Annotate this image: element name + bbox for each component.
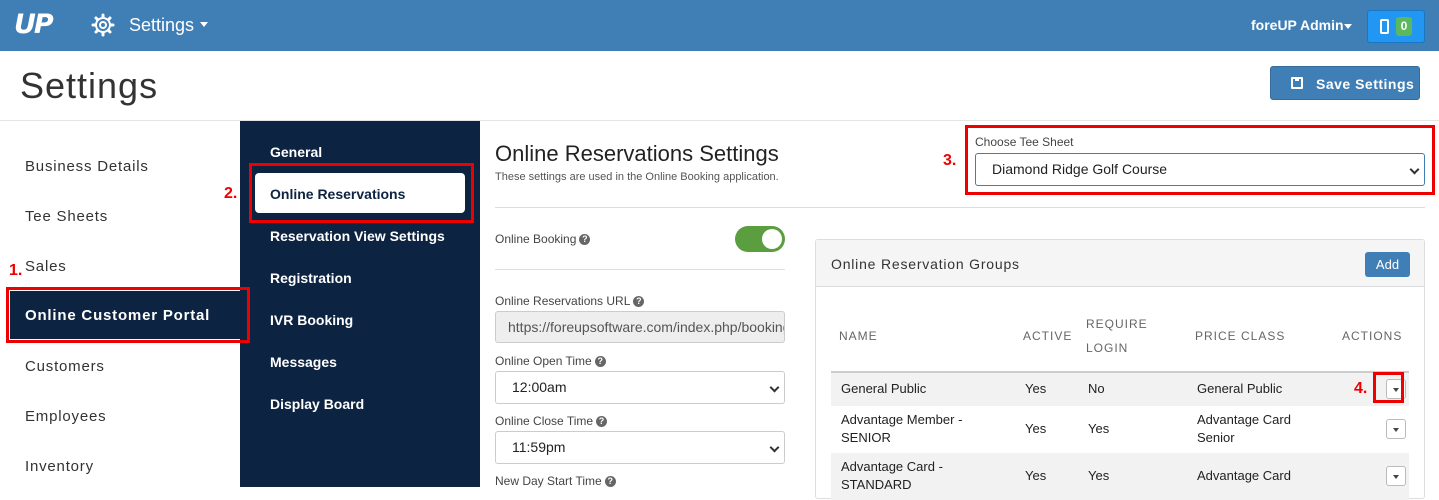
open-time-select[interactable]: 12:00am [495,371,785,404]
subnav-item-general[interactable]: General [270,144,322,160]
online-booking-toggle[interactable] [735,226,785,252]
page-title: Settings [20,65,159,106]
user-menu[interactable]: foreUP Admin [1251,17,1344,33]
toggle-knob [762,229,782,249]
section-divider [495,207,1425,208]
close-time-select[interactable]: 11:59pm [495,431,785,464]
help-icon[interactable]: ? [579,234,591,246]
table-row: Advantage Member - SENIOR Yes Yes Advant… [831,406,1409,453]
subnav-item-ivr-booking[interactable]: IVR Booking [270,312,353,328]
notifications-button[interactable]: 0 [1367,10,1425,43]
group-price-class: Advantage Card Senior [1197,411,1291,447]
group-active: Yes [1025,421,1047,436]
close-time-label: Online Close Time? [495,414,608,428]
group-name: General Public [841,381,927,396]
group-name-line: Advantage Card - [841,459,943,474]
annotation-number-1: 1. [9,262,23,279]
column-header-login: LOGIN [1086,341,1129,355]
online-booking-label: Online Booking? [495,232,591,246]
help-icon[interactable]: ? [594,356,606,368]
group-require-login: Yes [1088,421,1110,436]
column-header-active[interactable]: ACTIVE [1023,329,1072,343]
reservation-groups-title: Online Reservation Groups [831,256,1020,272]
app-menu-title[interactable]: Settings [129,15,194,36]
annotation-number-4: 4. [1354,380,1368,397]
add-group-button[interactable]: Add [1365,252,1410,277]
column-header-require[interactable]: REQUIRE [1086,317,1148,331]
new-day-start-label-text: New Day Start Time [495,474,602,488]
group-require-login: Yes [1088,468,1110,483]
subnav-item-messages[interactable]: Messages [270,354,337,370]
save-settings-label: Save Settings [1316,76,1415,92]
price-class-line: Advantage Card [1197,412,1291,427]
reservations-url-input[interactable]: https://foreupsoftware.com/index.php/boo… [495,311,785,343]
top-bar: UP Settings foreUP Admin 0 [0,0,1439,51]
subnav-item-reservation-view-settings[interactable]: Reservation View Settings [270,228,445,244]
foreup-logo[interactable]: UP [14,9,54,40]
group-name: Advantage Card - STANDARD [841,458,943,494]
price-class-line: Senior [1197,430,1235,445]
group-active: Yes [1025,381,1047,396]
open-time-label-text: Online Open Time [495,354,592,368]
nav-item-business-details[interactable]: Business Details [25,158,149,175]
annotation-number-2: 2. [224,185,238,202]
reservation-groups-panel: Online Reservation Groups Add NAME ACTIV… [815,239,1425,500]
field-divider [495,269,785,270]
column-header-actions: ACTIONS [1342,329,1403,343]
subnav-item-display-board[interactable]: Display Board [270,396,364,412]
annotation-number-3: 3. [943,152,957,169]
nav-item-sales[interactable]: Sales [25,258,67,275]
reservation-groups-header: Online Reservation Groups Add [816,240,1424,287]
save-settings-button[interactable]: Save Settings [1270,66,1420,100]
new-day-start-label: New Day Start Time? [495,474,616,488]
group-require-login: No [1088,381,1105,396]
table-row: General Public Yes No General Public [831,373,1409,406]
caret-down-icon [1393,428,1399,432]
save-icon [1291,77,1303,89]
group-name-line: Advantage Member - [841,412,963,427]
column-header-price-class[interactable]: PRICE CLASS [1195,329,1285,343]
nav-item-tee-sheets[interactable]: Tee Sheets [25,208,108,225]
group-active: Yes [1025,468,1047,483]
notifications-count-badge: 0 [1396,17,1412,36]
group-name: Advantage Member - SENIOR [841,411,962,447]
group-price-class: Advantage Card [1197,468,1291,483]
chevron-down-icon [769,382,780,393]
nav-item-inventory[interactable]: Inventory [25,458,94,475]
help-icon[interactable]: ? [596,416,608,428]
open-time-value: 12:00am [512,379,567,395]
row-actions-dropdown[interactable] [1386,419,1406,439]
gear-icon[interactable] [91,13,115,37]
reservations-url-label: Online Reservations URL? [495,294,645,308]
column-header-name[interactable]: NAME [839,329,878,343]
annotation-box-1 [6,287,250,343]
group-name-line: SENIOR [841,430,891,445]
nav-item-employees[interactable]: Employees [25,408,106,425]
reservations-url-label-text: Online Reservations URL [495,294,631,308]
group-price-class: General Public [1197,381,1283,396]
annotation-box-3 [965,125,1435,195]
close-time-label-text: Online Close Time [495,414,594,428]
caret-down-icon [1393,475,1399,479]
section-title: Online Reservations Settings [495,141,779,166]
online-booking-label-text: Online Booking [495,232,577,246]
section-subtitle: These settings are used in the Online Bo… [495,171,779,183]
subnav-item-registration[interactable]: Registration [270,270,352,286]
mobile-icon [1380,19,1389,34]
chevron-down-icon [200,22,208,27]
nav-item-customers[interactable]: Customers [25,358,105,375]
chevron-down-icon [769,442,780,453]
table-row: Advantage Card - STANDARD Yes Yes Advant… [831,453,1409,500]
help-icon[interactable]: ? [633,296,645,308]
open-time-label: Online Open Time? [495,354,606,368]
row-actions-dropdown[interactable] [1386,466,1406,486]
help-icon[interactable]: ? [604,476,616,488]
group-name-line: STANDARD [841,477,912,492]
annotation-box-4 [1373,372,1404,403]
annotation-box-2 [249,163,474,223]
chevron-down-icon [1344,24,1352,29]
close-time-value: 11:59pm [512,439,566,455]
